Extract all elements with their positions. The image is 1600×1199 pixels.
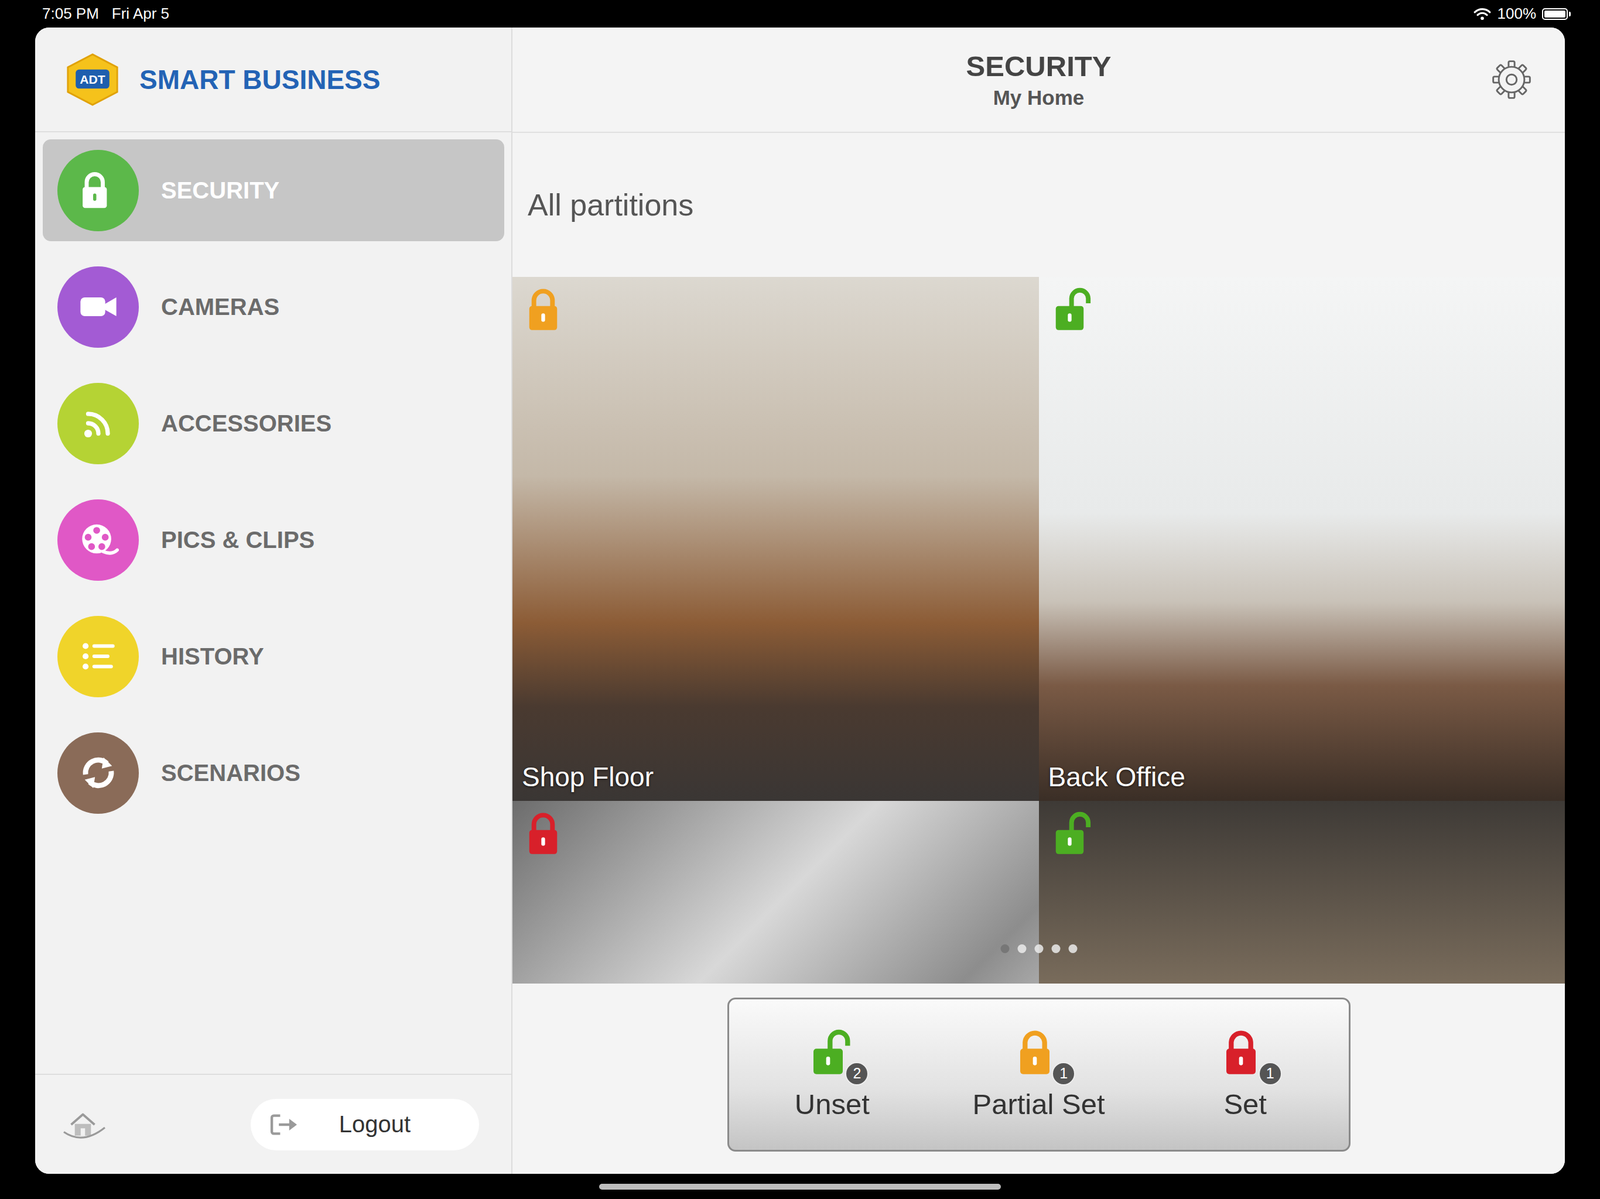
partition-name: Back Office bbox=[1048, 761, 1186, 793]
partition-name: Shop Floor bbox=[521, 761, 654, 793]
menu-label: HISTORY bbox=[161, 643, 265, 670]
wifi-icon bbox=[1472, 7, 1492, 22]
menu-label: SCENARIOS bbox=[161, 760, 301, 787]
logout-button[interactable]: Logout bbox=[250, 1099, 480, 1151]
unlocked-icon bbox=[1053, 811, 1094, 857]
partition-tile[interactable] bbox=[512, 801, 1039, 984]
page-dot[interactable] bbox=[1051, 944, 1061, 954]
menu-icon bbox=[57, 149, 139, 232]
menu-item[interactable]: HISTORY bbox=[42, 605, 505, 708]
logout-icon bbox=[268, 1112, 300, 1138]
list-icon bbox=[77, 636, 119, 678]
arm-label: Set bbox=[1223, 1088, 1267, 1121]
count-badge: 2 bbox=[845, 1062, 869, 1086]
arm-controls: 2 Unset 1 Partial Set 1 Set bbox=[727, 997, 1351, 1152]
menu-item[interactable]: PICS & CLIPS bbox=[42, 489, 505, 591]
gear-icon[interactable] bbox=[1491, 59, 1533, 101]
main-panel: SECURITY My Home All partitions Shop Flo… bbox=[512, 27, 1565, 1175]
status-date: Fri Apr 5 bbox=[111, 4, 170, 23]
menu-icon bbox=[57, 499, 139, 581]
arm-label: Partial Set bbox=[972, 1088, 1105, 1121]
locked-icon bbox=[80, 171, 116, 210]
menu-item[interactable]: CAMERAS bbox=[42, 255, 505, 358]
status-time: 7:05 PM bbox=[42, 4, 99, 23]
menu-icon bbox=[57, 616, 139, 698]
menu-item[interactable]: SECURITY bbox=[42, 139, 505, 242]
header-subtitle: My Home bbox=[966, 86, 1112, 110]
page-indicator bbox=[1000, 944, 1078, 954]
menu-icon bbox=[57, 732, 139, 815]
logo-text: SMART BUSINESS bbox=[139, 63, 381, 96]
screen: 7:05 PM Fri Apr 5 100% ADT SMART BUSINES… bbox=[0, 0, 1600, 1199]
battery-icon bbox=[1542, 8, 1571, 20]
adt-badge-icon: ADT bbox=[64, 52, 121, 107]
unlocked-icon bbox=[1053, 287, 1094, 333]
camera-icon bbox=[77, 286, 119, 328]
battery-percent: 100% bbox=[1497, 4, 1537, 23]
arm-button[interactable]: 1 Partial Set bbox=[935, 999, 1143, 1151]
film-reel-icon bbox=[77, 519, 119, 561]
partition-tile[interactable]: Back Office bbox=[1038, 277, 1566, 802]
menu-item[interactable]: ACCESSORIES bbox=[42, 372, 505, 475]
svg-text:ADT: ADT bbox=[79, 72, 105, 86]
menu-label: PICS & CLIPS bbox=[161, 527, 315, 554]
menu-icon bbox=[57, 266, 139, 348]
home-icon[interactable] bbox=[60, 1107, 108, 1143]
arm-button[interactable]: 2 Unset bbox=[729, 999, 936, 1151]
header-title: SECURITY bbox=[966, 49, 1112, 83]
signal-icon bbox=[77, 402, 119, 444]
menu: SECURITY CAMERAS ACCESSORIES PICS & CLIP… bbox=[35, 132, 512, 1075]
logo: ADT SMART BUSINESS bbox=[35, 27, 512, 133]
locked-icon bbox=[526, 811, 568, 857]
menu-label: CAMERAS bbox=[161, 293, 280, 321]
sidebar-footer: Logout bbox=[35, 1074, 512, 1175]
partition-tile[interactable]: Shop Floor bbox=[512, 277, 1039, 802]
page-dot[interactable] bbox=[1068, 944, 1078, 954]
count-badge: 1 bbox=[1258, 1062, 1282, 1086]
menu-label: SECURITY bbox=[161, 177, 280, 204]
partition-grid: Shop Floor Back Office bbox=[512, 277, 1565, 984]
sidebar: ADT SMART BUSINESS SECURITY CAMERAS ACCE… bbox=[35, 27, 513, 1175]
arm-button[interactable]: 1 Set bbox=[1142, 999, 1349, 1151]
section-title: All partitions bbox=[512, 132, 1565, 278]
status-bar: 7:05 PM Fri Apr 5 100% bbox=[0, 0, 1600, 28]
page-dot[interactable] bbox=[1000, 944, 1010, 954]
menu-label: ACCESSORIES bbox=[161, 410, 332, 437]
app-window: ADT SMART BUSINESS SECURITY CAMERAS ACCE… bbox=[35, 27, 1565, 1175]
arm-label: Unset bbox=[794, 1088, 870, 1121]
locked-icon bbox=[526, 287, 568, 333]
logout-label: Logout bbox=[311, 1111, 462, 1138]
page-dot[interactable] bbox=[1034, 944, 1044, 954]
scenario-icon bbox=[77, 752, 119, 794]
menu-item[interactable]: SCENARIOS bbox=[42, 722, 505, 825]
page-dot[interactable] bbox=[1017, 944, 1027, 954]
count-badge: 1 bbox=[1051, 1062, 1076, 1086]
header: SECURITY My Home bbox=[512, 27, 1565, 133]
partition-tile[interactable] bbox=[1038, 801, 1566, 984]
home-indicator bbox=[599, 1184, 1001, 1191]
menu-icon bbox=[57, 383, 139, 465]
